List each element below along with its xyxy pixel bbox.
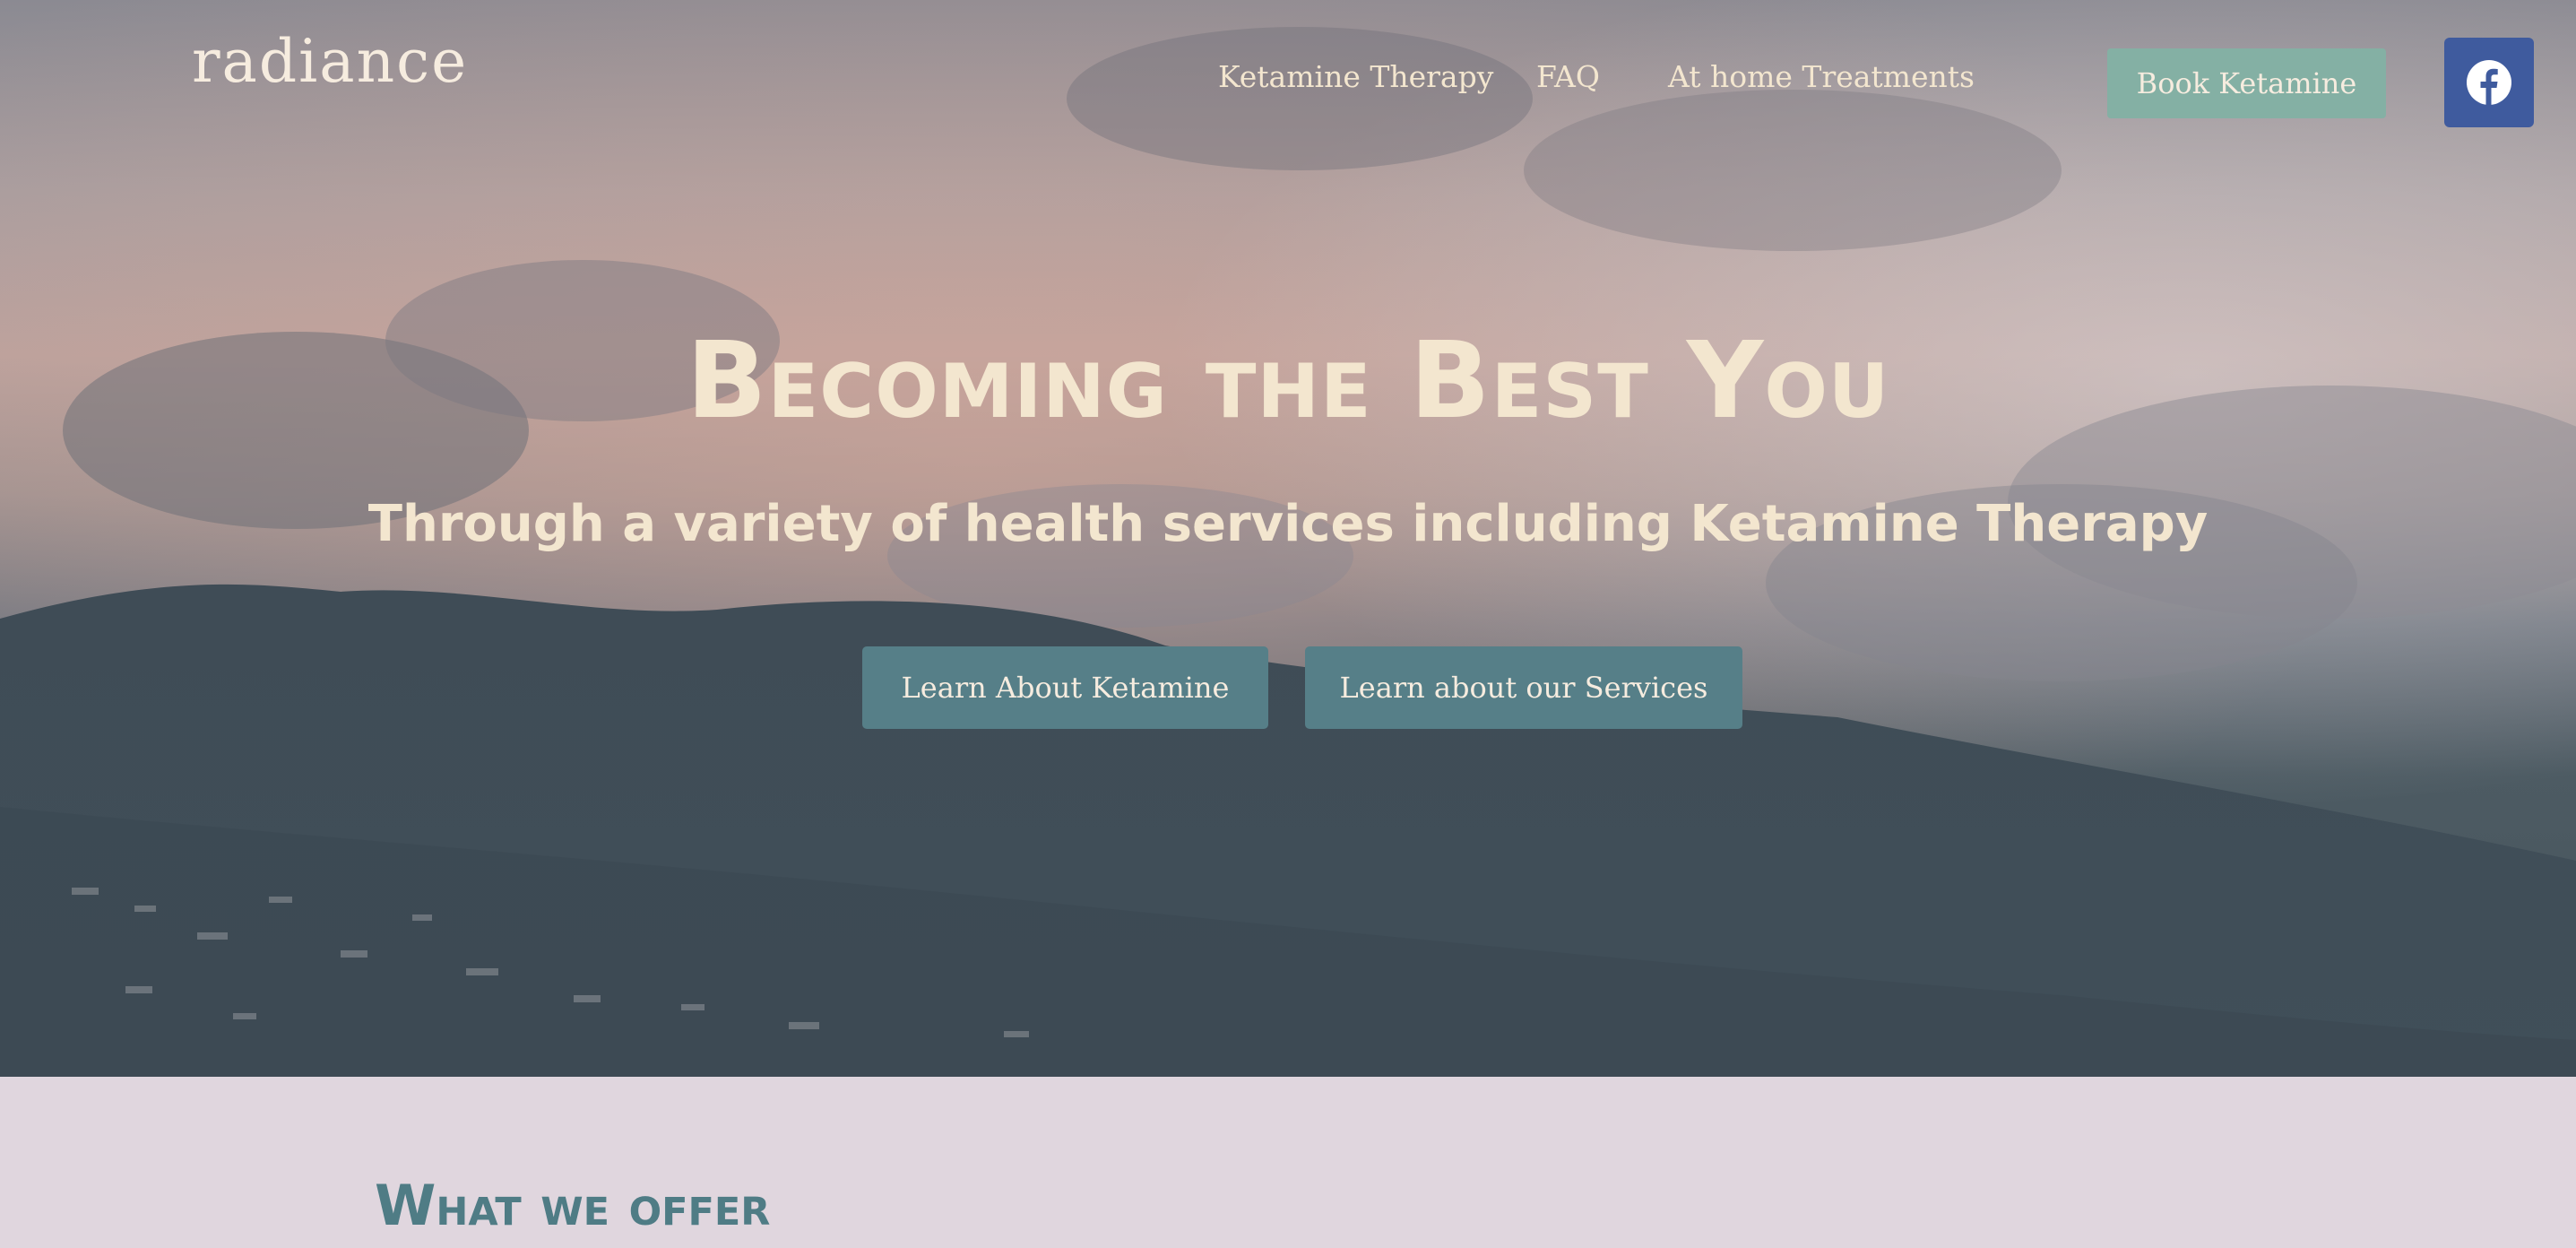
- learn-about-ketamine-button[interactable]: Learn About Ketamine: [862, 646, 1268, 729]
- hero-section: radiance Ketamine Therapy FAQ At home Tr…: [0, 0, 2576, 1077]
- hero-subheadline: Through a variety of health services inc…: [367, 495, 2209, 553]
- nav-item-faq[interactable]: FAQ: [1536, 59, 1600, 94]
- nav-item-ketamine-therapy[interactable]: Ketamine Therapy: [1218, 59, 1493, 94]
- hero-headline: Becoming the Best You: [686, 318, 1890, 442]
- facebook-button[interactable]: [2444, 38, 2534, 127]
- nav-item-at-home-treatments[interactable]: At home Treatments: [1668, 59, 1975, 94]
- section-title-what-we-offer: What we offer: [375, 1173, 771, 1238]
- facebook-icon: [2467, 60, 2511, 105]
- learn-about-services-button[interactable]: Learn about our Services: [1305, 646, 1742, 729]
- site-logo[interactable]: radiance: [192, 27, 468, 96]
- book-ketamine-button[interactable]: Book Ketamine: [2107, 48, 2386, 118]
